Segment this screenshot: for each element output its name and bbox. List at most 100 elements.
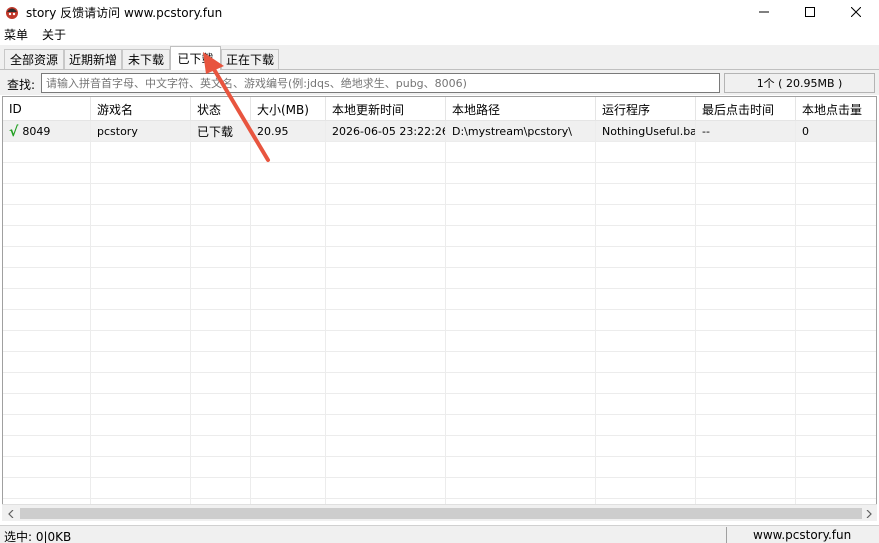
empty-cell [446, 394, 596, 415]
empty-cell [251, 310, 326, 331]
empty-cell [596, 184, 696, 205]
window-controls [741, 0, 879, 24]
maximize-button[interactable] [787, 0, 833, 24]
empty-cell [191, 163, 251, 184]
empty-table-row [3, 163, 876, 184]
empty-table-row [3, 310, 876, 331]
column-header-program[interactable]: 运行程序 [596, 97, 696, 121]
table-body: √ 8049 pcstory 已下载 20.95 2026-06-05 23:2… [3, 121, 876, 520]
empty-cell [251, 268, 326, 289]
empty-cell [191, 331, 251, 352]
column-header-last-click[interactable]: 最后点击时间 [696, 97, 796, 121]
resource-table[interactable]: ID 游戏名 状态 大小(MB) 本地更新时间 本地路径 运行程序 最后点击时间… [2, 96, 877, 521]
horizontal-scrollbar[interactable] [2, 504, 877, 521]
cell-click-count: 0 [802, 125, 809, 138]
close-button[interactable] [833, 0, 879, 24]
column-header-click-count[interactable]: 本地点击量 [796, 97, 876, 121]
result-count: 1个 ( 20.95MB ) [724, 73, 875, 93]
empty-cell [251, 352, 326, 373]
empty-cell [796, 331, 876, 352]
empty-cell [191, 352, 251, 373]
menu-item-about[interactable]: 关于 [38, 26, 72, 43]
empty-cell [796, 478, 876, 499]
empty-cell [191, 247, 251, 268]
empty-cell [191, 184, 251, 205]
empty-cell [596, 436, 696, 457]
site-link[interactable]: www.pcstory.fun [753, 528, 851, 542]
search-input[interactable] [41, 73, 720, 93]
empty-cell [251, 478, 326, 499]
empty-cell [696, 268, 796, 289]
empty-table-row [3, 457, 876, 478]
empty-table-row [3, 142, 876, 163]
table-row[interactable]: √ 8049 pcstory 已下载 20.95 2026-06-05 23:2… [3, 121, 876, 142]
empty-cell [446, 331, 596, 352]
empty-table-row [3, 373, 876, 394]
empty-cell [446, 457, 596, 478]
column-header-update-time[interactable]: 本地更新时间 [326, 97, 446, 121]
empty-cell [596, 268, 696, 289]
column-header-game-name[interactable]: 游戏名 [91, 97, 191, 121]
empty-cell [446, 478, 596, 499]
column-header-id[interactable]: ID [3, 97, 91, 121]
minimize-button[interactable] [741, 0, 787, 24]
cell-last-click: -- [696, 121, 796, 142]
empty-cell [596, 415, 696, 436]
table-header: ID 游戏名 状态 大小(MB) 本地更新时间 本地路径 运行程序 最后点击时间… [3, 97, 876, 121]
empty-cell [91, 247, 191, 268]
tab-strip: 全部资源 近期新增 未下载 已下载 正在下载 [0, 45, 879, 70]
empty-cell [446, 142, 596, 163]
empty-cell [696, 184, 796, 205]
empty-cell [696, 478, 796, 499]
empty-cell [696, 226, 796, 247]
empty-cell [251, 184, 326, 205]
empty-cell [3, 352, 91, 373]
tab-recently-added[interactable]: 近期新增 [64, 49, 122, 69]
empty-cell [696, 415, 796, 436]
scroll-thumb[interactable] [20, 508, 862, 519]
empty-cell [446, 268, 596, 289]
empty-cell [446, 289, 596, 310]
empty-cell [326, 226, 446, 247]
empty-table-row [3, 247, 876, 268]
empty-cell [91, 394, 191, 415]
empty-cell [3, 331, 91, 352]
empty-cell [3, 457, 91, 478]
empty-cell [796, 394, 876, 415]
empty-cell [3, 478, 91, 499]
empty-cell [326, 352, 446, 373]
empty-cell [251, 226, 326, 247]
empty-cell [796, 373, 876, 394]
column-header-local-path[interactable]: 本地路径 [446, 97, 596, 121]
empty-cell [326, 205, 446, 226]
empty-cell [191, 415, 251, 436]
empty-cell [91, 415, 191, 436]
empty-cell [191, 142, 251, 163]
app-logo-icon [6, 7, 18, 19]
cell-status: 已下载 [191, 121, 251, 142]
column-header-size[interactable]: 大小(MB) [251, 97, 326, 121]
column-header-status[interactable]: 状态 [191, 97, 251, 121]
empty-cell [446, 163, 596, 184]
tab-all-resources[interactable]: 全部资源 [4, 49, 64, 69]
menu-item-menu[interactable]: 菜单 [0, 26, 34, 43]
cell-id: √ 8049 [3, 121, 91, 142]
empty-cell [326, 331, 446, 352]
tab-not-downloaded[interactable]: 未下载 [122, 49, 170, 69]
empty-cell [326, 268, 446, 289]
tab-downloaded[interactable]: 已下载 [170, 46, 221, 70]
empty-cell [696, 310, 796, 331]
empty-cell [326, 163, 446, 184]
empty-cell [796, 226, 876, 247]
empty-cell [251, 457, 326, 478]
scroll-left-button[interactable] [2, 505, 19, 522]
cell-id-value: 8049 [22, 125, 51, 138]
empty-cell [91, 373, 191, 394]
empty-cell [191, 478, 251, 499]
empty-cell [796, 163, 876, 184]
empty-cell [3, 226, 91, 247]
tab-downloading[interactable]: 正在下载 [221, 49, 279, 69]
empty-cell [596, 394, 696, 415]
empty-cell [326, 415, 446, 436]
scroll-right-button[interactable] [860, 505, 877, 522]
